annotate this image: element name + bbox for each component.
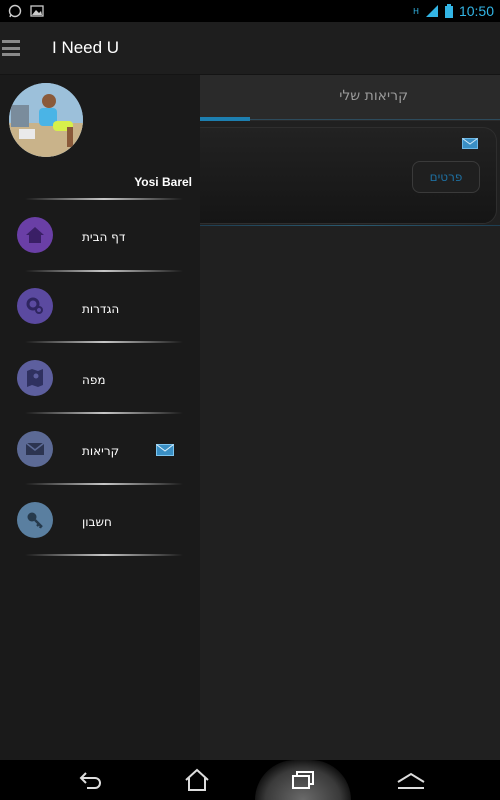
drawer-toggle-icon[interactable] — [2, 37, 20, 59]
system-nav-bar — [0, 760, 500, 800]
avatar[interactable] — [9, 83, 83, 157]
home-icon — [17, 217, 53, 253]
drawer-item-label: דף הבית — [82, 230, 126, 244]
clock: 10:50 — [458, 3, 494, 19]
recent-apps-icon[interactable] — [290, 768, 316, 792]
navigation-drawer: Yosi Barel דף הבית הגדרות מפה קריאות חשב… — [0, 75, 200, 760]
divider — [25, 554, 183, 556]
battery-icon — [444, 4, 453, 18]
card-divider — [200, 225, 500, 226]
image-icon — [30, 5, 44, 17]
key-icon — [17, 502, 53, 538]
gear-icon — [17, 288, 53, 324]
drawer-item-settings[interactable]: הגדרות — [0, 272, 200, 342]
details-button[interactable]: פרטים — [412, 161, 480, 193]
whatsapp-icon — [8, 4, 22, 18]
drawer-item-label: חשבון — [82, 515, 112, 529]
tab-divider — [250, 119, 500, 120]
back-icon[interactable] — [78, 768, 104, 792]
user-name: Yosi Barel — [134, 175, 192, 189]
drawer-item-label: הגדרות — [82, 302, 120, 316]
drawer-item-home[interactable]: דף הבית — [0, 200, 200, 270]
status-bar: H 10:50 — [0, 0, 500, 22]
drawer-item-label: קריאות — [82, 444, 120, 458]
new-message-icon — [156, 444, 174, 456]
home-nav-icon[interactable] — [184, 768, 210, 792]
menu-up-icon[interactable] — [396, 768, 426, 792]
app-title: I Need U — [52, 38, 120, 57]
envelope-icon — [462, 138, 478, 149]
envelope-icon — [17, 431, 53, 467]
action-bar: I Need U — [0, 22, 500, 75]
drawer-item-calls[interactable]: קריאות — [0, 414, 200, 484]
profile-photo — [9, 83, 83, 157]
tab-label: קריאות שלי — [339, 88, 408, 104]
call-card[interactable]: פרטים — [150, 127, 497, 224]
drawer-item-map[interactable]: מפה — [0, 343, 200, 413]
map-icon — [17, 360, 53, 396]
tab-my-calls[interactable]: קריאות שלי — [200, 75, 500, 121]
network-type-label: H — [412, 6, 419, 16]
drawer-item-account[interactable]: חשבון — [0, 485, 200, 555]
signal-icon — [425, 5, 438, 17]
drawer-item-label: מפה — [82, 373, 106, 387]
tab-indicator — [200, 117, 250, 121]
